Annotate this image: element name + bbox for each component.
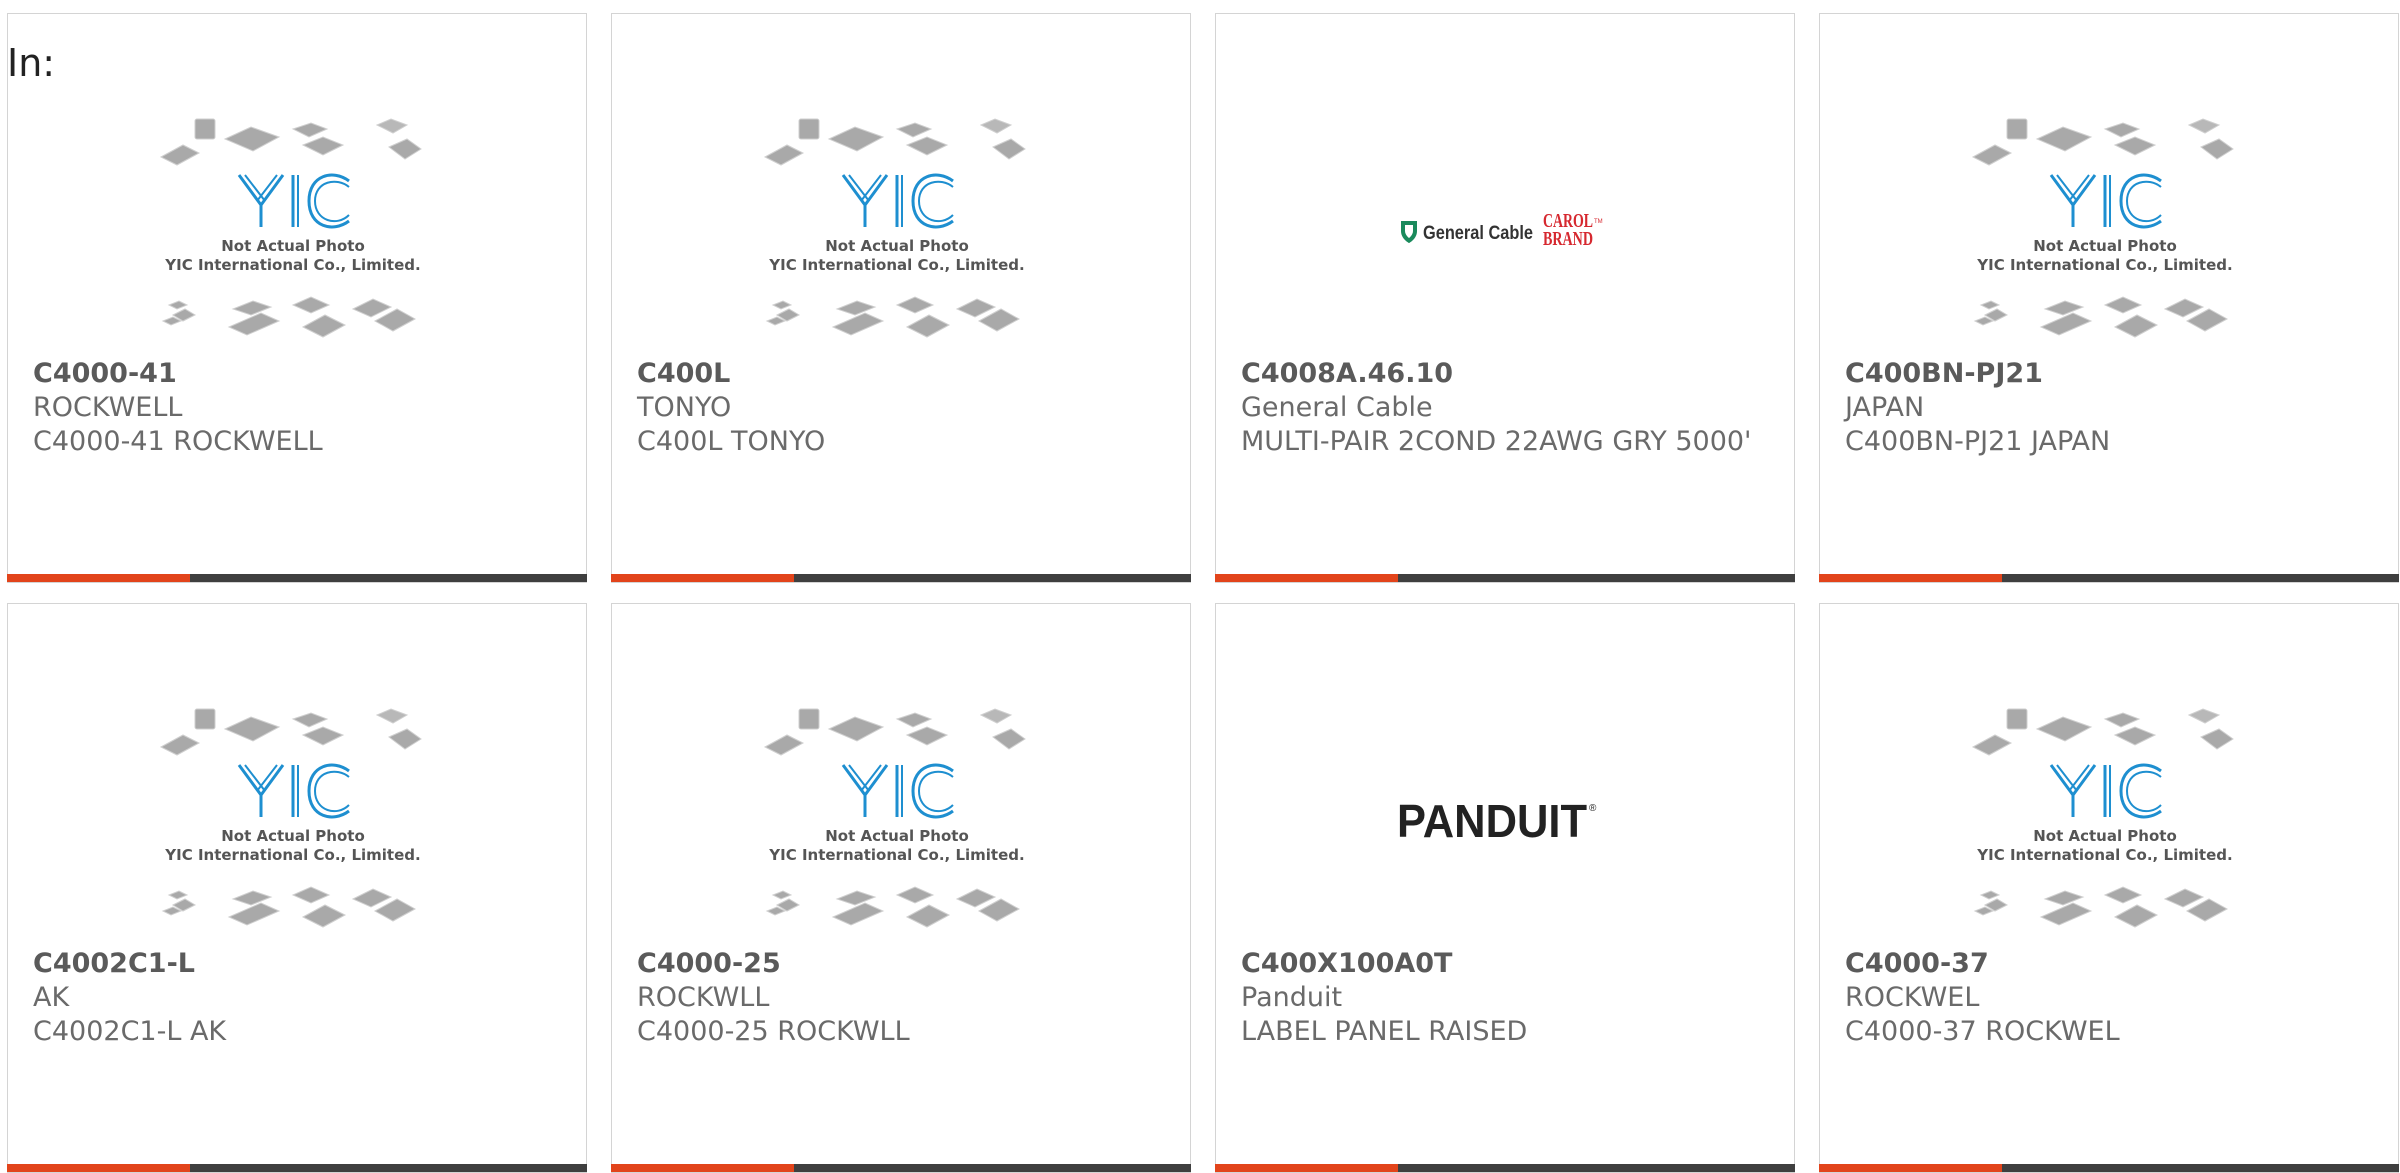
placeholder-line1: Not Actual Photo xyxy=(825,827,969,845)
part-number-link[interactable]: C4000-25 xyxy=(637,947,1165,981)
yic-logo-icon xyxy=(2049,173,2162,229)
manufacturer: Panduit xyxy=(1241,982,1343,1013)
placeholder-line1: Not Actual Photo xyxy=(221,237,365,255)
yic-placeholder-image: Not Actual Photo YIC International Co., … xyxy=(1971,118,2234,338)
card-bottom-bar xyxy=(7,1164,587,1172)
product-info: C400BN-PJ21 JAPAN C400BN-PJ21 JAPAN xyxy=(1845,357,2373,459)
general-cable-text: General Cable xyxy=(1423,223,1533,244)
panduit-reg: ® xyxy=(1589,803,1597,814)
description: C400L TONYO xyxy=(637,426,826,457)
yic-placeholder-image: Not Actual Photo YIC International Co., … xyxy=(763,708,1026,928)
placeholder-line2: YIC International Co., Limited. xyxy=(768,846,1024,864)
product-info: C4000-25 ROCKWLL C4000-25 ROCKWLL xyxy=(637,947,1165,1049)
product-info: C4002C1-L AK C4002C1-L AK xyxy=(33,947,561,1049)
product-card[interactable]: General Cable CAROL TM BRAND C4008A.46.1… xyxy=(1215,13,1795,583)
description: MULTI-PAIR 2COND 22AWG GRY 5000' xyxy=(1241,426,1752,457)
yic-logo-icon xyxy=(841,173,954,229)
product-info: C400L TONYO C400L TONYO xyxy=(637,357,1165,459)
card-accent-bar xyxy=(1819,574,2002,582)
general-cable-shield-icon xyxy=(1401,221,1417,243)
placeholder-line2: YIC International Co., Limited. xyxy=(1976,256,2232,274)
panduit-logo: PANDUIT ® xyxy=(1397,795,1597,847)
manufacturer: ROCKWEL xyxy=(1845,982,1980,1013)
manufacturer: JAPAN xyxy=(1845,392,1925,423)
yic-logo-icon xyxy=(2049,763,2162,819)
description: C400BN-PJ21 JAPAN xyxy=(1845,426,2111,457)
placeholder-line2: YIC International Co., Limited. xyxy=(768,256,1024,274)
card-accent-bar xyxy=(7,1164,190,1172)
yic-placeholder-image: Not Actual Photo YIC International Co., … xyxy=(159,118,422,338)
manufacturer: AK xyxy=(33,982,70,1013)
yic-placeholder-image: Not Actual Photo YIC International Co., … xyxy=(1971,708,2234,928)
part-number-link[interactable]: C4000-41 xyxy=(33,357,561,391)
yic-placeholder-image: Not Actual Photo YIC International Co., … xyxy=(159,708,422,928)
product-info: C4008A.46.10 General Cable MULTI-PAIR 2CON… xyxy=(1241,357,1769,459)
part-number-link[interactable]: C4000-37 xyxy=(1845,947,2373,981)
card-bottom-bar xyxy=(611,574,1191,582)
yic-placeholder-image: Not Actual Photo YIC International Co., … xyxy=(763,118,1026,338)
product-image[interactable]: General Cable CAROL TM BRAND xyxy=(1361,94,1641,364)
card-accent-bar xyxy=(1215,574,1398,582)
product-card[interactable]: Not Actual Photo YIC International Co., … xyxy=(7,603,587,1173)
product-image[interactable]: Not Actual Photo YIC International Co., … xyxy=(153,684,433,954)
panduit-text: PANDUIT xyxy=(1397,795,1587,847)
product-image[interactable]: Not Actual Photo YIC International Co., … xyxy=(757,94,1037,364)
product-info: C4000-41 ROCKWELL C4000-41 ROCKWELL xyxy=(33,357,561,459)
description: C4000-37 ROCKWEL xyxy=(1845,1016,2120,1047)
placeholder-line1: Not Actual Photo xyxy=(2033,827,2177,845)
filter-label: In: xyxy=(7,41,56,85)
description: C4000-41 ROCKWELL xyxy=(33,426,323,457)
card-accent-bar xyxy=(611,1164,794,1172)
brand-text: BRAND xyxy=(1543,228,1593,250)
placeholder-line2: YIC International Co., Limited. xyxy=(164,256,420,274)
part-number-link[interactable]: C400L xyxy=(637,357,1165,391)
product-image[interactable]: Not Actual Photo YIC International Co., … xyxy=(757,684,1037,954)
card-accent-bar xyxy=(611,574,794,582)
description: C4000-25 ROCKWLL xyxy=(637,1016,910,1047)
manufacturer: General Cable xyxy=(1241,392,1433,423)
product-card[interactable]: Not Actual Photo YIC International Co., … xyxy=(1819,603,2399,1173)
product-card[interactable]: PANDUIT ® C400X100A0T Panduit LABEL PANEL … xyxy=(1215,603,1795,1173)
yic-logo-icon xyxy=(237,763,350,819)
manufacturer: ROCKWLL xyxy=(637,982,770,1013)
card-accent-bar xyxy=(7,574,190,582)
placeholder-line1: Not Actual Photo xyxy=(825,237,969,255)
yic-logo-icon xyxy=(237,173,350,229)
product-image[interactable]: PANDUIT ® xyxy=(1361,684,1641,954)
product-grid: Not Actual Photo YIC International Co., … xyxy=(7,13,2400,1173)
card-bottom-bar xyxy=(1819,574,2399,582)
product-card[interactable]: Not Actual Photo YIC International Co., … xyxy=(7,13,587,583)
card-accent-bar xyxy=(1819,1164,2002,1172)
product-card[interactable]: Not Actual Photo YIC International Co., … xyxy=(1819,13,2399,583)
card-bottom-bar xyxy=(611,1164,1191,1172)
placeholder-line1: Not Actual Photo xyxy=(2033,237,2177,255)
manufacturer: TONYO xyxy=(637,392,732,423)
card-bottom-bar xyxy=(1215,1164,1795,1172)
product-image[interactable]: Not Actual Photo YIC International Co., … xyxy=(1965,94,2245,364)
product-image[interactable]: Not Actual Photo YIC International Co., … xyxy=(1965,684,2245,954)
placeholder-line2: YIC International Co., Limited. xyxy=(164,846,420,864)
description: LABEL PANEL RAISED xyxy=(1241,1016,1528,1047)
yic-logo-icon xyxy=(841,763,954,819)
placeholder-line1: Not Actual Photo xyxy=(221,827,365,845)
product-info: C4000-37 ROCKWEL C4000-37 ROCKWEL xyxy=(1845,947,2373,1049)
carol-tm: TM xyxy=(1594,219,1603,225)
manufacturer: ROCKWELL xyxy=(33,392,183,423)
description: C4002C1-L AK xyxy=(33,1016,227,1047)
placeholder-line2: YIC International Co., Limited. xyxy=(1976,846,2232,864)
part-number-link[interactable]: C4002C1-L xyxy=(33,947,561,981)
product-card[interactable]: Not Actual Photo YIC International Co., … xyxy=(611,13,1191,583)
product-image[interactable]: Not Actual Photo YIC International Co., … xyxy=(153,94,433,364)
general-cable-logo: General Cable CAROL TM BRAND xyxy=(1401,210,1603,250)
card-accent-bar xyxy=(1215,1164,1398,1172)
product-card[interactable]: Not Actual Photo YIC International Co., … xyxy=(611,603,1191,1173)
card-bottom-bar xyxy=(7,574,587,582)
product-info: C400X100A0T Panduit LABEL PANEL RAISED xyxy=(1241,947,1769,1049)
card-bottom-bar xyxy=(1819,1164,2399,1172)
card-bottom-bar xyxy=(1215,574,1795,582)
part-number-link[interactable]: C4008A.46.10 xyxy=(1241,357,1769,391)
part-number-link[interactable]: C400BN-PJ21 xyxy=(1845,357,2373,391)
part-number-link[interactable]: C400X100A0T xyxy=(1241,947,1769,981)
